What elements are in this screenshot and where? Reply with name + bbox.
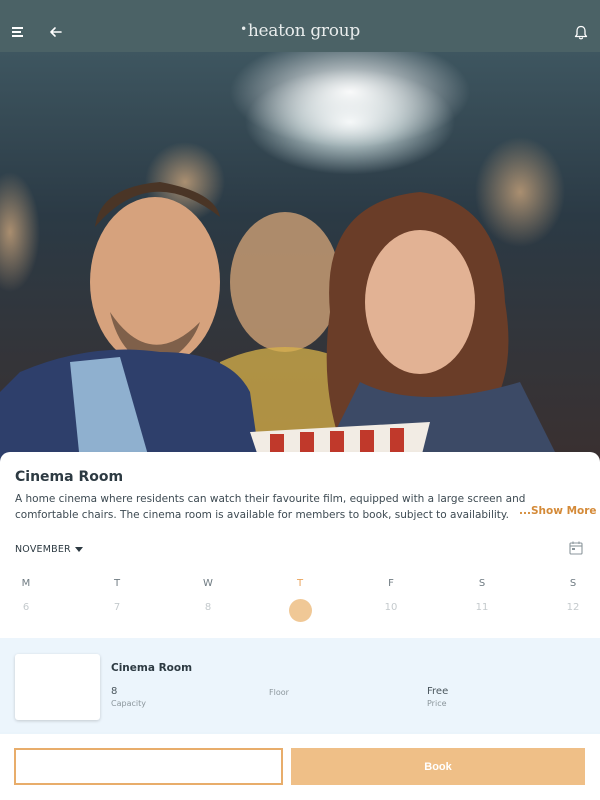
- weekday-label: W: [203, 578, 213, 589]
- book-button[interactable]: Book: [291, 748, 585, 785]
- bottom-action-bar: Book: [0, 734, 600, 800]
- bell-icon[interactable]: [574, 25, 588, 40]
- weekday-label: F: [388, 578, 394, 589]
- room-list: Cinema Room 8 Capacity Floor Free Price: [0, 638, 600, 734]
- month-selector[interactable]: NOVEMBER: [15, 544, 83, 555]
- selected-date[interactable]: [289, 599, 312, 622]
- weekday-label: T: [113, 578, 121, 589]
- weekday-label: M: [21, 578, 31, 589]
- secondary-button[interactable]: [14, 748, 283, 785]
- date-row: 6 7 8 10 11 12: [0, 598, 600, 622]
- room-title: Cinema Room: [15, 469, 124, 485]
- capacity-value: 8: [111, 686, 118, 697]
- top-bar: •heaton group: [0, 0, 600, 52]
- weekday-label-selected: T: [296, 578, 304, 589]
- show-more-link[interactable]: ...Show More: [519, 505, 597, 517]
- date-cell[interactable]: 6: [11, 602, 41, 613]
- weekday-row: M T W T F S S: [0, 578, 600, 594]
- brand-logo[interactable]: •heaton group: [0, 21, 600, 41]
- brand-name: heaton group: [247, 21, 360, 41]
- date-cell[interactable]: 10: [376, 602, 406, 613]
- weekday-label: S: [478, 578, 486, 589]
- capacity-label: Capacity: [111, 699, 146, 708]
- date-cell[interactable]: 12: [558, 602, 588, 613]
- room-thumbnail: [15, 654, 100, 720]
- date-cell[interactable]: 7: [102, 602, 132, 613]
- weekday-label: S: [569, 578, 577, 589]
- room-description: A home cinema where residents can watch …: [15, 493, 526, 521]
- caret-down-icon: [74, 547, 83, 552]
- month-label: NOVEMBER: [15, 544, 71, 555]
- hero-photo-illustration: [0, 52, 565, 462]
- room-list-title: Cinema Room: [111, 662, 193, 674]
- calendar-icon[interactable]: [569, 541, 583, 555]
- room-info-card: Cinema Room A home cinema where resident…: [0, 452, 600, 638]
- price-label: Price: [427, 699, 447, 708]
- date-cell[interactable]: 11: [467, 602, 497, 613]
- price-value: Free: [427, 686, 449, 697]
- date-cell[interactable]: 8: [193, 602, 223, 613]
- room-list-item[interactable]: Cinema Room 8 Capacity Floor Free Price: [0, 638, 600, 732]
- hero-image: [0, 52, 600, 462]
- floor-label: Floor: [269, 688, 289, 697]
